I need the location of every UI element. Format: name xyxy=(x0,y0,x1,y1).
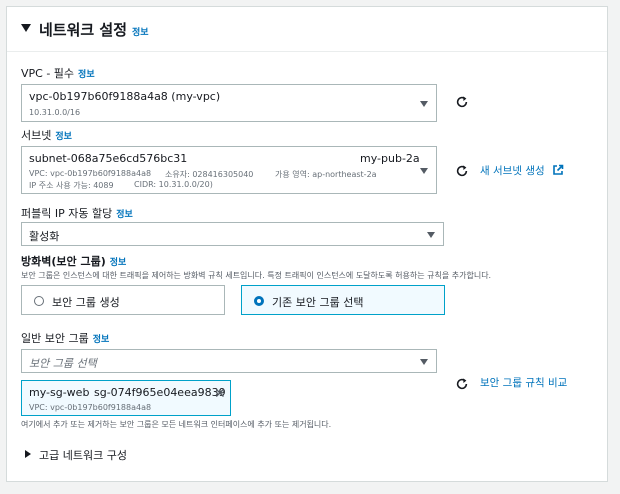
subnet-cidr: CIDR: 10.31.0.0/20) xyxy=(134,180,213,189)
token-sg-vpc: VPC: vpc-0b197b60f9188a4a8 xyxy=(29,403,152,412)
subnet-id: subnet-068a75e6cd576bc31 xyxy=(29,152,188,165)
section-title: 네트워크 설정 xyxy=(39,21,128,39)
section-info-link[interactable]: 정보 xyxy=(132,25,149,38)
common-sg-note: 여기에서 추가 또는 제거하는 보안 그룹은 모든 네트워크 인터페이스에 추가… xyxy=(21,420,332,429)
public-ip-value: 활성화 xyxy=(29,230,60,243)
selected-sg-token: my-sg-web sg-074f965e04eea9839 ✕ VPC: vp… xyxy=(21,380,231,416)
common-sg-label-text: 일반 보안 그룹 xyxy=(21,332,89,345)
token-sg-name: my-sg-web xyxy=(29,386,90,399)
vpc-select[interactable]: vpc-0b197b60f9188a4a8 (my-vpc) 10.31.0.0… xyxy=(21,84,437,122)
advanced-network-toggle[interactable]: 고급 네트워크 구성 xyxy=(39,447,127,463)
vpc-label: VPC - 필수 정보 xyxy=(21,65,95,81)
refresh-icon[interactable] xyxy=(455,377,469,391)
create-subnet-link[interactable]: 새 서브넷 생성 xyxy=(480,163,545,178)
subnet-label-text: 서브넷 xyxy=(21,129,52,142)
firewall-label-text: 방화벽(보안 그룹) xyxy=(21,255,106,268)
close-icon[interactable]: ✕ xyxy=(214,387,226,401)
refresh-icon[interactable] xyxy=(455,164,469,178)
chevron-down-icon xyxy=(420,359,428,365)
radio-existing-sg[interactable]: 기존 보안 그룹 선택 xyxy=(241,285,445,315)
firewall-label: 방화벽(보안 그룹) 정보 xyxy=(21,253,126,269)
radio-existing-sg-label: 기존 보안 그룹 선택 xyxy=(272,296,364,309)
external-link-icon[interactable] xyxy=(552,164,564,176)
public-ip-select[interactable]: 활성화 xyxy=(21,222,444,246)
radio-create-sg[interactable]: 보안 그룹 생성 xyxy=(21,285,225,315)
firewall-description: 보안 그룹은 인스턴스에 대한 트래픽을 제어하는 방화벽 규칙 세트입니다. … xyxy=(21,271,492,280)
subnet-ip-available: IP 주소 사용 가능: 4089 xyxy=(29,181,114,190)
network-settings-header[interactable]: 네트워크 설정 정보 xyxy=(7,7,607,52)
public-ip-label-text: 퍼블릭 IP 자동 할당 xyxy=(21,207,113,220)
radio-button-icon[interactable] xyxy=(34,296,44,306)
token-sg-id: sg-074f965e04eea9839 xyxy=(94,386,226,399)
public-ip-label: 퍼블릭 IP 자동 할당 정보 xyxy=(21,205,133,221)
caret-right-icon[interactable] xyxy=(25,450,31,458)
vpc-info-link[interactable]: 정보 xyxy=(78,70,95,80)
chevron-down-icon xyxy=(427,232,435,238)
common-sg-info-link[interactable]: 정보 xyxy=(93,335,110,345)
chevron-down-icon xyxy=(420,101,428,107)
common-sg-placeholder: 보안 그룹 선택 xyxy=(29,357,97,370)
subnet-label: 서브넷 정보 xyxy=(21,127,72,143)
caret-down-icon[interactable] xyxy=(21,24,31,32)
refresh-icon[interactable] xyxy=(455,95,469,109)
subnet-vpc: VPC: vpc-0b197b60f9188a4a8 xyxy=(29,169,152,178)
subnet-az: 가용 영역: ap-northeast-2a xyxy=(275,170,377,179)
radio-button-selected-icon[interactable] xyxy=(254,296,264,306)
subnet-select[interactable]: subnet-068a75e6cd576bc31 my-pub-2a VPC: … xyxy=(21,146,437,194)
radio-create-sg-label: 보안 그룹 생성 xyxy=(52,296,120,309)
public-ip-info-link[interactable]: 정보 xyxy=(116,210,133,220)
firewall-info-link[interactable]: 정보 xyxy=(110,258,127,268)
common-sg-select[interactable]: 보안 그룹 선택 xyxy=(21,349,437,373)
vpc-select-value: vpc-0b197b60f9188a4a8 (my-vpc) xyxy=(29,90,221,103)
vpc-cidr: 10.31.0.0/16 xyxy=(29,108,81,117)
subnet-name: my-pub-2a xyxy=(360,152,420,165)
chevron-down-icon xyxy=(420,168,428,174)
network-settings-panel: 네트워크 설정 정보 VPC - 필수 정보 vpc-0b197b60f9188a… xyxy=(6,6,608,482)
compare-sg-rules-link[interactable]: 보안 그룹 규칙 비교 xyxy=(480,375,567,390)
common-sg-label: 일반 보안 그룹 정보 xyxy=(21,330,109,346)
subnet-owner: 소유자: 028416305040 xyxy=(165,170,254,179)
vpc-label-text: VPC - 필수 xyxy=(21,67,75,80)
subnet-info-link[interactable]: 정보 xyxy=(55,132,72,142)
